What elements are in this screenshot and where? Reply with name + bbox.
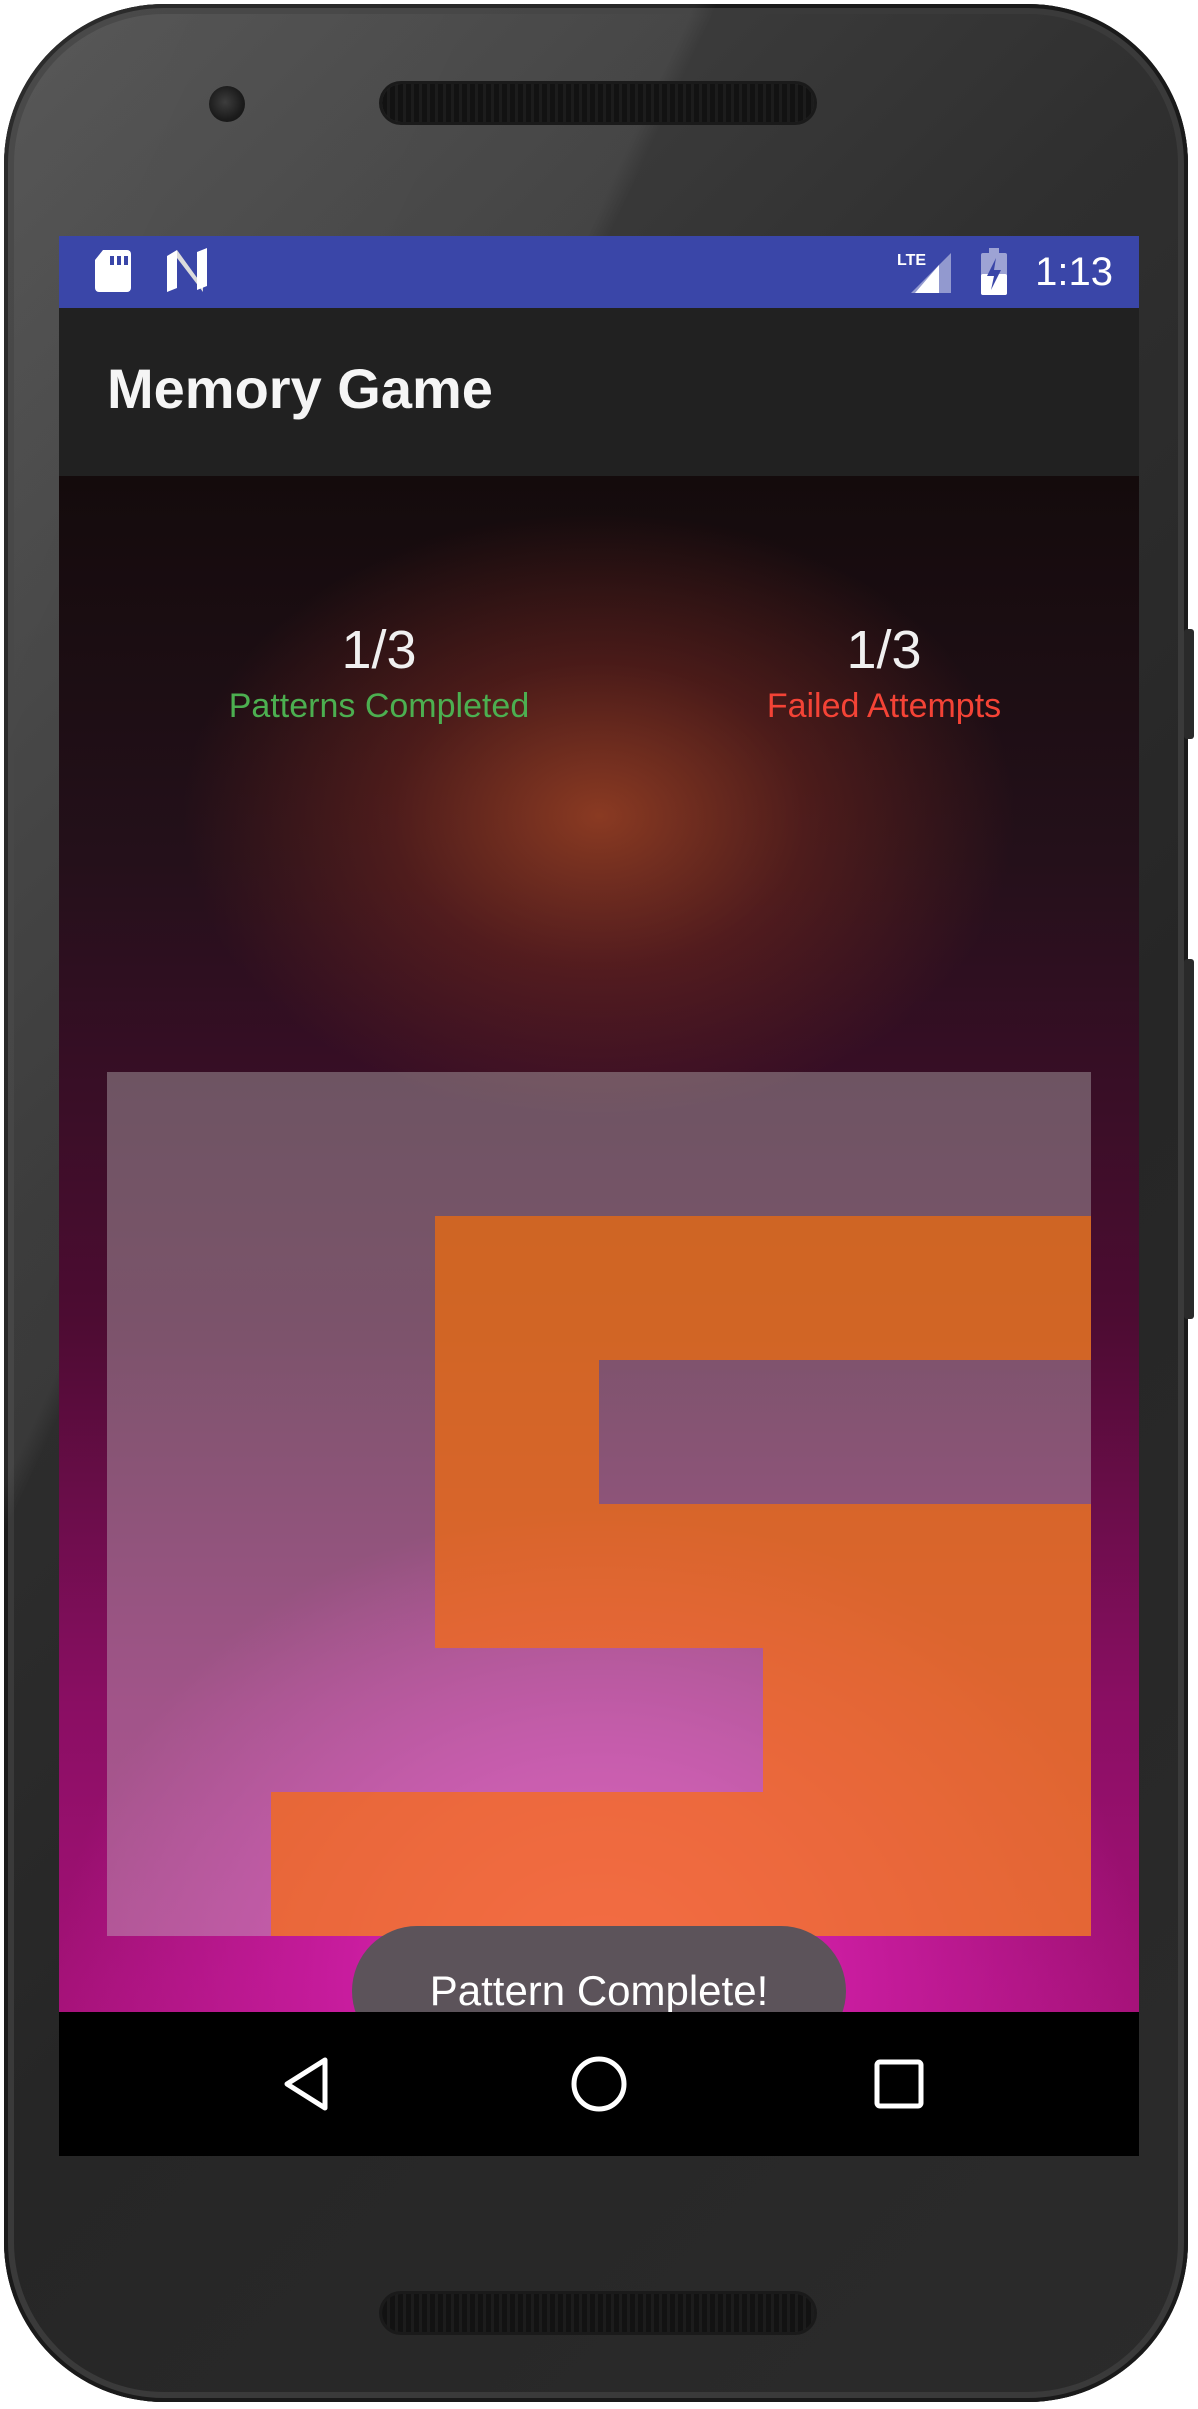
grid-cell-lit[interactable] [435, 1504, 599, 1648]
grid-cell-lit[interactable] [599, 1792, 763, 1936]
grid-cell-lit[interactable] [599, 1504, 763, 1648]
patterns-completed-value: 1/3 [341, 620, 417, 680]
grid-cell-lit[interactable] [435, 1216, 599, 1360]
failed-attempts-value: 1/3 [846, 620, 922, 680]
grid-cell[interactable] [927, 1072, 1091, 1216]
volume-rocker[interactable] [1184, 959, 1194, 1319]
grid-cell-lit[interactable] [927, 1648, 1091, 1792]
front-camera [209, 86, 245, 122]
lte-label: LTE [897, 252, 926, 269]
grid-cell-lit[interactable] [271, 1792, 435, 1936]
sd-card-icon [95, 250, 131, 292]
status-left-icons [93, 248, 211, 294]
grid-cell[interactable] [763, 1360, 927, 1504]
grid-cell[interactable] [107, 1648, 271, 1792]
lte-signal-icon: LTE [897, 252, 952, 293]
pattern-grid[interactable] [107, 1072, 1091, 1936]
grid-cell-lit[interactable] [435, 1792, 599, 1936]
grid-cell[interactable] [599, 1648, 763, 1792]
grid-cell-lit[interactable] [927, 1792, 1091, 1936]
app-title: Memory Game [107, 357, 493, 420]
battery-charging-icon [981, 248, 1008, 295]
navigation-bar [59, 2012, 1139, 2156]
grid-cell-lit[interactable] [599, 1216, 763, 1360]
game-content: 1/3 Patterns Completed 1/3 Failed Attemp… [59, 476, 1139, 2056]
grid-cell[interactable] [435, 1648, 599, 1792]
grid-cell[interactable] [599, 1072, 763, 1216]
grid-cell-lit[interactable] [763, 1648, 927, 1792]
status-right-icons: LTE 1:13 [897, 236, 1113, 308]
grid-cell[interactable] [107, 1504, 271, 1648]
grid-cell[interactable] [435, 1072, 599, 1216]
grid-cell-lit[interactable] [763, 1216, 927, 1360]
top-speaker-grille [382, 84, 814, 122]
grid-cell[interactable] [927, 1360, 1091, 1504]
grid-cell[interactable] [271, 1216, 435, 1360]
back-button[interactable] [265, 2042, 349, 2126]
grid-cell[interactable] [107, 1072, 271, 1216]
grid-cell[interactable] [107, 1216, 271, 1360]
grid-cell[interactable] [271, 1072, 435, 1216]
home-button[interactable] [557, 2042, 641, 2126]
grid-cell-lit[interactable] [763, 1792, 927, 1936]
grid-cell-lit[interactable] [763, 1504, 927, 1648]
grid-cell[interactable] [271, 1648, 435, 1792]
grid-cell-lit[interactable] [435, 1360, 599, 1504]
status-bar: LTE 1:13 [59, 236, 1139, 308]
grid-cell[interactable] [107, 1792, 271, 1936]
patterns-completed-label: Patterns Completed [228, 687, 530, 725]
n-logo-icon [167, 248, 207, 292]
back-icon [284, 2057, 328, 2111]
power-button[interactable] [1184, 629, 1194, 739]
failed-attempts-stat: 1/3 Failed Attempts [684, 620, 1084, 728]
bottom-speaker-grille [382, 2294, 814, 2332]
failed-attempts-label: Failed Attempts [766, 687, 1002, 725]
recents-button[interactable] [857, 2042, 941, 2126]
screen: LTE 1:13 Memory Game 1/3 Patterns Comple… [59, 236, 1139, 2156]
grid-cell[interactable] [271, 1504, 435, 1648]
grid-cell[interactable] [271, 1360, 435, 1504]
app-bar: Memory Game [59, 308, 1139, 476]
grid-cell-lit[interactable] [927, 1216, 1091, 1360]
phone-frame: LTE 1:13 Memory Game 1/3 Patterns Comple… [4, 4, 1194, 2402]
grid-cell[interactable] [107, 1360, 271, 1504]
grid-cell[interactable] [599, 1360, 763, 1504]
grid-cell[interactable] [763, 1072, 927, 1216]
status-clock: 1:13 [1035, 249, 1113, 294]
recents-icon [874, 2059, 924, 2109]
patterns-completed-stat: 1/3 Patterns Completed [179, 620, 579, 728]
grid-cell-lit[interactable] [927, 1504, 1091, 1648]
home-icon [571, 2056, 627, 2112]
